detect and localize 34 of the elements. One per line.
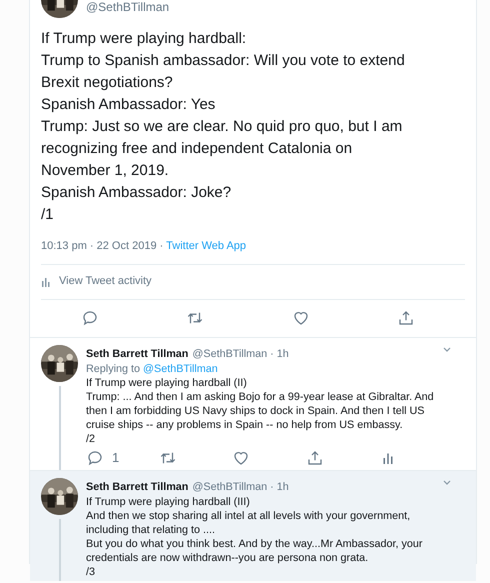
heart-icon[interactable] [292,309,310,327]
tweet-text: If Trump were playing hardball (II) [86,376,248,390]
reply-icon[interactable] [86,448,104,466]
reply-icon[interactable] [81,309,99,327]
tweet-text: If Trump were playing hardball (III) [86,494,251,508]
tweet-text: And then we stop sharing all intel at all levels with your government, including that relating to .... [86,508,412,536]
user-handle[interactable]: @SethBTillman · 1h [192,480,289,494]
user-handle[interactable]: @SethBTillman [86,0,170,15]
tweet-timestamp: 10:13 pm · 22 Oct 2019 · [41,240,164,252]
user-name[interactable]: Seth Barrett Tillman [86,480,188,494]
tweet-text: If Trump were playing hardball: [41,29,248,49]
caret-icon[interactable] [442,478,452,488]
user-name[interactable]: Seth Barrett Tillman [86,346,188,360]
reply-tweet[interactable] [30,470,476,580]
caret-icon[interactable] [442,344,452,354]
reply-tweet[interactable] [30,336,476,470]
tweet-activity-link[interactable]: View Tweet activity [59,273,152,290]
share-icon[interactable] [306,448,324,466]
source-link[interactable]: Twitter Web App [166,240,246,252]
tweet-text: Trump: Just so we are clear. No quid pro quo, but I am recognizing free and independent Catalonia on November 1, 2019. [41,117,404,181]
tweet-text: /1 [41,205,55,225]
tweet-text: Spanish Ambassador: Yes [41,95,216,115]
analytics-icon [41,276,51,286]
tweet-text: /3 [86,564,96,578]
tweet-text: Trump to Spanish ambassador: Will you vote to extend Brexit negotiations? [41,51,406,93]
reply-count: 1 [112,450,120,464]
user-handle[interactable]: @SethBTillman · 1h [192,346,289,360]
share-icon[interactable] [396,309,415,327]
tweet-text: /2 [86,432,96,446]
tweet-text: But you do what you think best. And by the way...Mr Ambassador, your credentials are now withdrawn--you are persona non grata. [86,536,424,564]
replying-label: Replying to [86,362,142,374]
tweet-text: Spanish Ambassador: Joke? [41,183,232,203]
mention-link[interactable]: @SethBTillman [143,362,218,374]
tweet-text: Trump: ... And then I am asking Bojo for a 99-year lease at Gibraltar. And then I am forbidding US Navy ships to dock in Spain. And then I tell US cruise ships -- any problems in Spain -- no help from US embassy. [86,390,435,432]
